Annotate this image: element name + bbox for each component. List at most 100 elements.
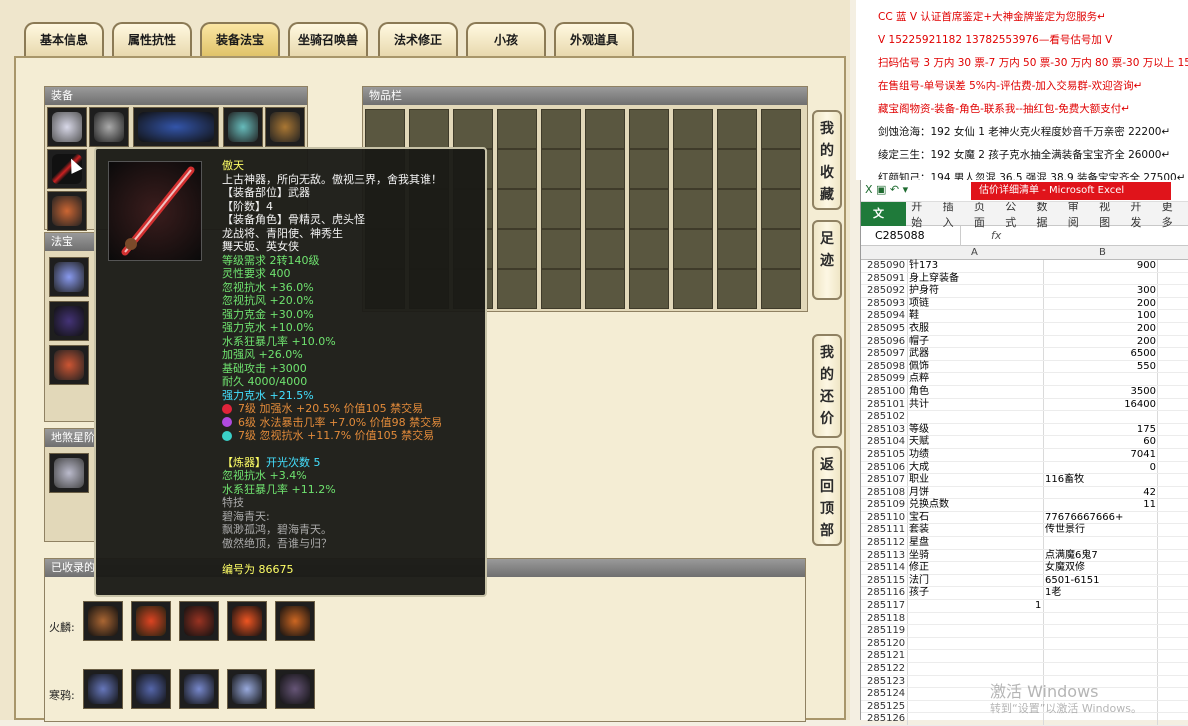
inventory-cell[interactable] — [717, 189, 757, 229]
row-number[interactable]: 285109 — [867, 499, 907, 512]
equip-slot[interactable] — [133, 107, 219, 147]
row-number[interactable]: 285093 — [867, 298, 907, 311]
ribbon-tab-view[interactable]: 视图 — [1094, 198, 1125, 230]
row-number[interactable]: 285112 — [867, 537, 907, 550]
inventory-cell[interactable] — [673, 269, 713, 309]
inventory-cell[interactable] — [761, 229, 801, 269]
inventory-cell[interactable] — [761, 189, 801, 229]
cell-b[interactable]: 6500 — [1131, 348, 1156, 361]
cell-a[interactable]: 等级 — [909, 424, 929, 437]
inventory-cell[interactable] — [409, 109, 449, 149]
equip-slot[interactable] — [223, 107, 263, 147]
row-number[interactable]: 285101 — [867, 399, 907, 412]
row-number[interactable]: 285104 — [867, 436, 907, 449]
table-row[interactable]: 285119 — [861, 625, 1188, 638]
table-row[interactable]: 285107 职业 116畜牧 — [861, 474, 1188, 487]
table-row[interactable]: 285109 兑换点数 11 — [861, 499, 1188, 512]
inventory-cell[interactable] — [673, 149, 713, 189]
cell-a[interactable]: 宝石 — [909, 512, 929, 525]
cell-b[interactable]: 116畜牧 — [1045, 474, 1084, 487]
cell-b[interactable]: 点满魔6鬼7 — [1045, 550, 1098, 563]
row-number[interactable]: 285102 — [867, 411, 907, 424]
footprint-button[interactable]: 足迹 — [812, 220, 842, 300]
tab-spells[interactable]: 法术修正 — [378, 22, 458, 56]
inventory-cell[interactable] — [629, 149, 669, 189]
row-number[interactable]: 285094 — [867, 310, 907, 323]
tab-equipment[interactable]: 装备法宝 — [200, 22, 280, 56]
ribbon-tab-page[interactable]: 页面 — [969, 198, 1000, 230]
row-number[interactable]: 285091 — [867, 273, 907, 286]
row-number[interactable]: 285099 — [867, 373, 907, 386]
cell-a[interactable]: 孩子 — [909, 587, 929, 600]
row-number[interactable]: 285106 — [867, 462, 907, 475]
collected-item[interactable] — [227, 669, 267, 709]
cell-a[interactable]: 佩饰 — [909, 361, 929, 374]
tab-appearance[interactable]: 外观道具 — [554, 22, 634, 56]
inventory-cell[interactable] — [585, 189, 625, 229]
inventory-cell[interactable] — [761, 149, 801, 189]
my-offer-button[interactable]: 我的还价 — [812, 334, 842, 438]
table-row[interactable]: 285099 点粹 — [861, 373, 1188, 386]
row-number[interactable]: 285097 — [867, 348, 907, 361]
table-row[interactable]: 285104 天赋 60 — [861, 436, 1188, 449]
table-row[interactable]: 285096 帽子 200 — [861, 336, 1188, 349]
my-favorites-button[interactable]: 我的收藏 — [812, 110, 842, 210]
cell-b[interactable]: 900 — [1137, 260, 1156, 273]
table-row[interactable]: 285115 法门 6501-6151 — [861, 575, 1188, 588]
cell-a[interactable]: 帽子 — [909, 336, 929, 349]
row-number[interactable]: 285095 — [867, 323, 907, 336]
inventory-cell[interactable] — [717, 229, 757, 269]
cell-a[interactable]: 点粹 — [909, 373, 929, 386]
inventory-cell[interactable] — [497, 109, 537, 149]
inventory-cell[interactable] — [673, 109, 713, 149]
row-number[interactable]: 285124 — [867, 688, 907, 701]
row-number[interactable]: 285100 — [867, 386, 907, 399]
cell-a[interactable]: 大成 — [909, 462, 929, 475]
row-number[interactable]: 285120 — [867, 638, 907, 651]
row-number[interactable]: 285122 — [867, 663, 907, 676]
cell-b[interactable]: 550 — [1137, 361, 1156, 374]
table-row[interactable]: 285105 功绩 7041 — [861, 449, 1188, 462]
row-number[interactable]: 285111 — [867, 524, 907, 537]
cell-a[interactable]: 护身符 — [909, 285, 939, 298]
cell-a[interactable]: 衣服 — [909, 323, 929, 336]
cell-a[interactable]: 天赋 — [909, 436, 929, 449]
inventory-cell[interactable] — [717, 109, 757, 149]
row-number[interactable]: 285123 — [867, 676, 907, 689]
table-row[interactable]: 285114 修正 女魔双修 — [861, 562, 1188, 575]
cell-a[interactable]: 套装 — [909, 524, 929, 537]
row-number[interactable]: 285108 — [867, 487, 907, 500]
tab-child[interactable]: 小孩 — [466, 22, 546, 56]
cell-b[interactable]: 3500 — [1131, 386, 1156, 399]
cell-b[interactable]: 16400 — [1124, 399, 1156, 412]
table-row[interactable]: 285116 孩子 1老 — [861, 587, 1188, 601]
row-number[interactable]: 285113 — [867, 550, 907, 563]
row-number[interactable]: 285110 — [867, 512, 907, 525]
row-number[interactable]: 285115 — [867, 575, 907, 588]
cell-a[interactable]: 针173 — [909, 260, 938, 273]
cell-a[interactable]: 项链 — [909, 298, 929, 311]
inventory-cell[interactable] — [497, 189, 537, 229]
cell-b[interactable]: 60 — [1143, 436, 1156, 449]
table-row[interactable]: 285097 武器 6500 — [861, 348, 1188, 361]
collected-item[interactable] — [131, 601, 171, 641]
cell-b[interactable]: 女魔双修 — [1045, 562, 1085, 575]
collected-item[interactable] — [83, 669, 123, 709]
cell-a[interactable]: 法门 — [909, 575, 929, 588]
row-number[interactable]: 285116 — [867, 587, 907, 600]
ribbon-tab-data[interactable]: 数据 — [1031, 198, 1062, 230]
row-number[interactable]: 285092 — [867, 285, 907, 298]
inventory-cell[interactable] — [673, 229, 713, 269]
table-row[interactable]: 285118 — [861, 613, 1188, 626]
table-row[interactable]: 285110 宝石 77676667666+ — [861, 512, 1188, 525]
inventory-cell[interactable] — [673, 189, 713, 229]
inventory-cell[interactable] — [585, 149, 625, 189]
equip-slot[interactable] — [89, 107, 129, 147]
cell-b[interactable]: 200 — [1137, 298, 1156, 311]
inventory-cell[interactable] — [585, 269, 625, 309]
cell-a[interactable]: 星盘 — [909, 537, 929, 550]
inventory-cell[interactable] — [541, 189, 581, 229]
row-number[interactable]: 285121 — [867, 650, 907, 663]
table-row[interactable]: 285113 坐骑 点满魔6鬼7 — [861, 550, 1188, 563]
cell-a[interactable]: 职业 — [909, 474, 929, 487]
